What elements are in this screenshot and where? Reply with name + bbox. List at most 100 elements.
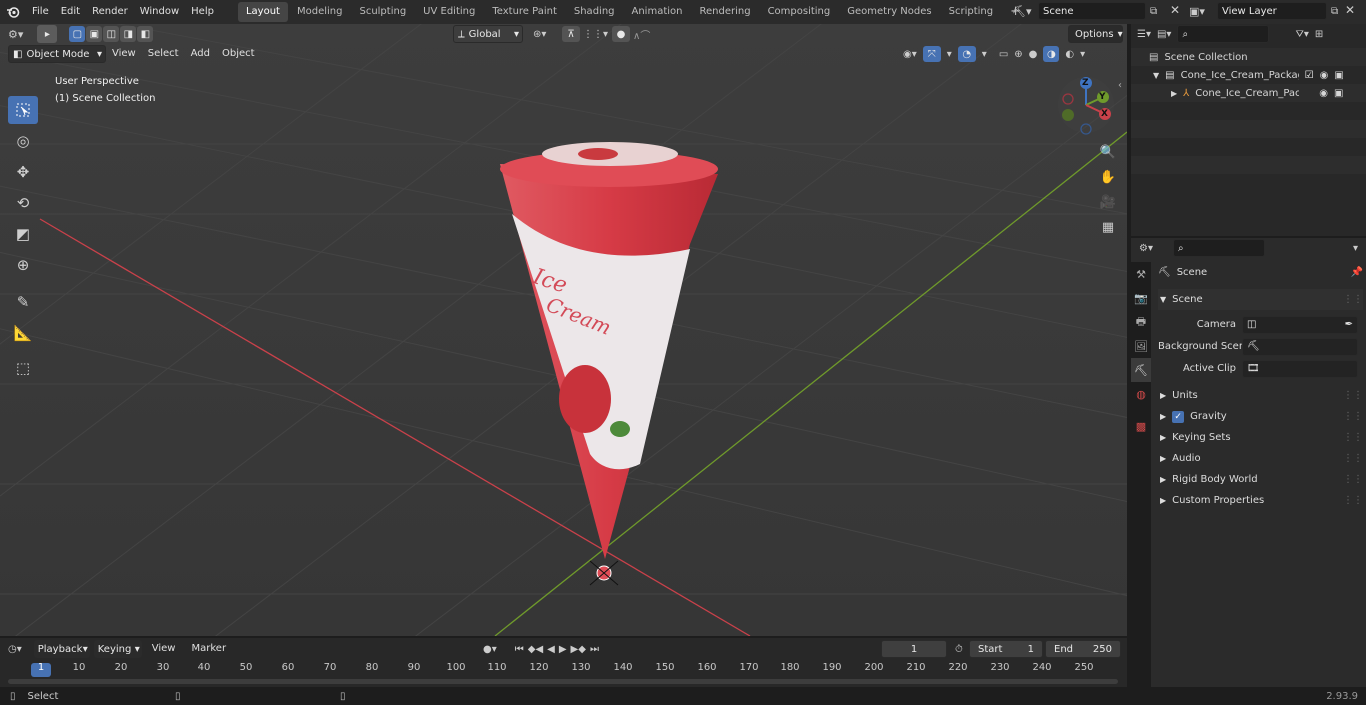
outliner-search-input[interactable]: ⌕	[1177, 25, 1270, 43]
render-tab-icon[interactable]: 📷	[1131, 286, 1151, 310]
drag-handle-icon[interactable]: ⋮⋮	[1343, 495, 1363, 506]
outliner-row-root[interactable]: ▤ Scene Collection	[1131, 48, 1366, 66]
background-scene-field[interactable]: ⛏	[1242, 337, 1358, 356]
gizmo-toggle-icon[interactable]: ⤧	[922, 46, 941, 62]
tab-uv-editing[interactable]: UV Editing	[415, 2, 483, 22]
overlay-toggle-icon[interactable]: ◔	[957, 46, 976, 62]
tab-sculpting[interactable]: Sculpting	[351, 2, 414, 22]
pivot-point-icon[interactable]: ⊛▾	[533, 29, 546, 40]
stopwatch-icon[interactable]: ⏱	[955, 644, 963, 655]
audio-panel[interactable]: ▶ Audio ⋮⋮	[1158, 448, 1363, 469]
zoom-icon[interactable]: 🔍	[1096, 140, 1120, 164]
tab-compositing[interactable]: Compositing	[760, 2, 839, 22]
display-mode-icon[interactable]: ▤▾	[1157, 29, 1171, 40]
menu-file[interactable]: File	[26, 0, 55, 24]
start-frame-field[interactable]: Start 1	[969, 640, 1043, 658]
current-frame-field[interactable]: 1	[881, 640, 947, 658]
drag-handle-icon[interactable]: ⋮⋮	[1343, 474, 1363, 485]
proportional-edit-icon[interactable]: ●	[612, 26, 630, 42]
mode-subtract-button[interactable]: ◫	[103, 26, 120, 42]
tab-rendering[interactable]: Rendering	[691, 2, 758, 22]
snap-toggle-icon[interactable]: ⊼	[562, 26, 580, 42]
drag-handle-icon[interactable]: ⋮⋮	[1343, 411, 1363, 422]
eye-icon[interactable]: ◉	[1320, 70, 1329, 81]
view-layer-selector[interactable]: ▣▾ View Layer ⧉	[1189, 2, 1349, 20]
playback-dropdown[interactable]: Playback ▾	[33, 640, 90, 658]
move-tool-icon[interactable]: ✥	[8, 158, 38, 186]
jump-start-icon[interactable]: ⏮	[515, 644, 524, 655]
eyedropper-icon[interactable]: ✒	[1345, 319, 1353, 330]
object-mode-dropdown[interactable]: ◧ Object Mode ▾	[8, 45, 106, 63]
editor-type-button[interactable]: ⚙▾	[8, 28, 23, 41]
play-reverse-icon[interactable]: ◀	[547, 644, 555, 655]
overlay-dropdown-icon[interactable]: ▾	[982, 49, 987, 60]
texture-tab-icon[interactable]: ▩	[1131, 414, 1151, 438]
menu-edit[interactable]: Edit	[55, 0, 86, 24]
outliner-row-object[interactable]: ▼ ▤ Cone_Ice_Cream_Package_M ☑ ◉ ▣	[1131, 66, 1366, 84]
eye-icon[interactable]: ◉	[1319, 88, 1328, 99]
copy-view-layer-icon[interactable]: ⧉	[1331, 6, 1338, 17]
transform-orientation-dropdown[interactable]: ⟂ Global ▾	[453, 25, 523, 43]
tab-animation[interactable]: Animation	[624, 2, 691, 22]
editor-type-icon[interactable]: ◷▾	[8, 644, 22, 655]
pan-hand-icon[interactable]: ✋	[1096, 165, 1120, 189]
end-frame-field[interactable]: End 250	[1045, 640, 1121, 658]
mode-new-button[interactable]: ▢	[69, 26, 86, 42]
scale-tool-icon[interactable]: ◩	[8, 220, 38, 248]
output-tab-icon[interactable]: 🖶	[1131, 310, 1151, 334]
timeline-menu-marker[interactable]: Marker	[185, 639, 232, 659]
perspective-grid-icon[interactable]: ▦	[1096, 215, 1120, 239]
play-icon[interactable]: ▶	[559, 644, 567, 655]
view-layer-tab-icon[interactable]: 🖼	[1131, 334, 1151, 358]
select-box-tool-icon[interactable]	[8, 96, 38, 124]
rigid-body-world-panel[interactable]: ▶ Rigid Body World ⋮⋮	[1158, 469, 1363, 490]
scene-tab-icon[interactable]: ⛏	[1131, 358, 1151, 382]
tool-tab-icon[interactable]: ⚒	[1131, 262, 1151, 286]
world-tab-icon[interactable]: ◍	[1131, 382, 1151, 406]
remove-scene-button[interactable]: ✕	[1170, 3, 1180, 17]
options-chevron-icon[interactable]: ▾	[1353, 243, 1358, 254]
keying-dropdown[interactable]: Keying ▾	[93, 640, 142, 658]
active-clip-field[interactable]: 🎞	[1242, 359, 1358, 378]
falloff-icon[interactable]: ∧⌒	[633, 27, 650, 42]
xray-toggle-icon[interactable]: ▭	[999, 49, 1008, 60]
add-cube-tool-icon[interactable]: ⬚	[8, 354, 38, 382]
properties-search-input[interactable]: ⌕	[1172, 239, 1265, 257]
visibility-icon[interactable]: ◉▾	[903, 49, 917, 60]
custom-properties-panel[interactable]: ▶ Custom Properties ⋮⋮	[1158, 490, 1363, 511]
wireframe-shading-icon[interactable]: ⊕	[1014, 49, 1022, 60]
menu-render[interactable]: Render	[86, 0, 134, 24]
timeline-menu-view[interactable]: View	[146, 639, 182, 659]
viewport-menu-view[interactable]: View	[106, 44, 142, 64]
material-shading-icon[interactable]: ◑	[1043, 46, 1060, 62]
options-dropdown[interactable]: Options ▾	[1068, 25, 1123, 43]
menu-window[interactable]: Window	[134, 0, 185, 24]
tab-scripting[interactable]: Scripting	[941, 2, 1001, 22]
shading-dropdown-icon[interactable]: ▾	[1080, 49, 1085, 60]
viewport-menu-add[interactable]: Add	[185, 44, 216, 64]
keying-sets-panel[interactable]: ▶ Keying Sets ⋮⋮	[1158, 427, 1363, 448]
annotate-tool-icon[interactable]: ✎	[8, 288, 38, 316]
viewport-menu-object[interactable]: Object	[216, 44, 261, 64]
remove-view-layer-button[interactable]: ✕	[1345, 3, 1355, 17]
outliner-row-armature[interactable]: ▶ ⅄ Cone_Ice_Cream_Packag ◉ ▣	[1131, 84, 1366, 102]
expand-arrow-icon[interactable]: ▼	[1153, 71, 1159, 80]
rotate-tool-icon[interactable]: ⟲	[8, 189, 38, 217]
3d-viewport[interactable]: Ice Cream User Perspective (1) Scene Col…	[0, 24, 1127, 636]
camera-icon[interactable]: ▣	[1334, 70, 1343, 81]
transform-tool-icon[interactable]: ⊕	[8, 251, 38, 279]
mode-extend-button[interactable]: ▣	[86, 26, 103, 42]
viewport-menu-select[interactable]: Select	[142, 44, 185, 64]
drag-handle-icon[interactable]: ⋮⋮	[1343, 390, 1363, 401]
gravity-panel[interactable]: ▶ ✓ Gravity ⋮⋮	[1158, 406, 1363, 427]
filter-icon[interactable]: ⛛▾	[1295, 29, 1308, 40]
copy-scene-icon[interactable]: ⧉	[1150, 6, 1157, 17]
tab-geometry-nodes[interactable]: Geometry Nodes	[839, 2, 939, 22]
prev-keyframe-icon[interactable]: ◆◀	[528, 644, 543, 655]
gizmo-dropdown-icon[interactable]: ▾	[947, 49, 952, 60]
mode-intersect-button[interactable]: ◧	[137, 26, 154, 42]
tool-select-button[interactable]: ▸	[37, 25, 58, 43]
menu-help[interactable]: Help	[185, 0, 220, 24]
sidebar-toggle-icon[interactable]: ‹	[1118, 80, 1122, 91]
editor-type-icon[interactable]: ⚙▾	[1139, 243, 1153, 254]
